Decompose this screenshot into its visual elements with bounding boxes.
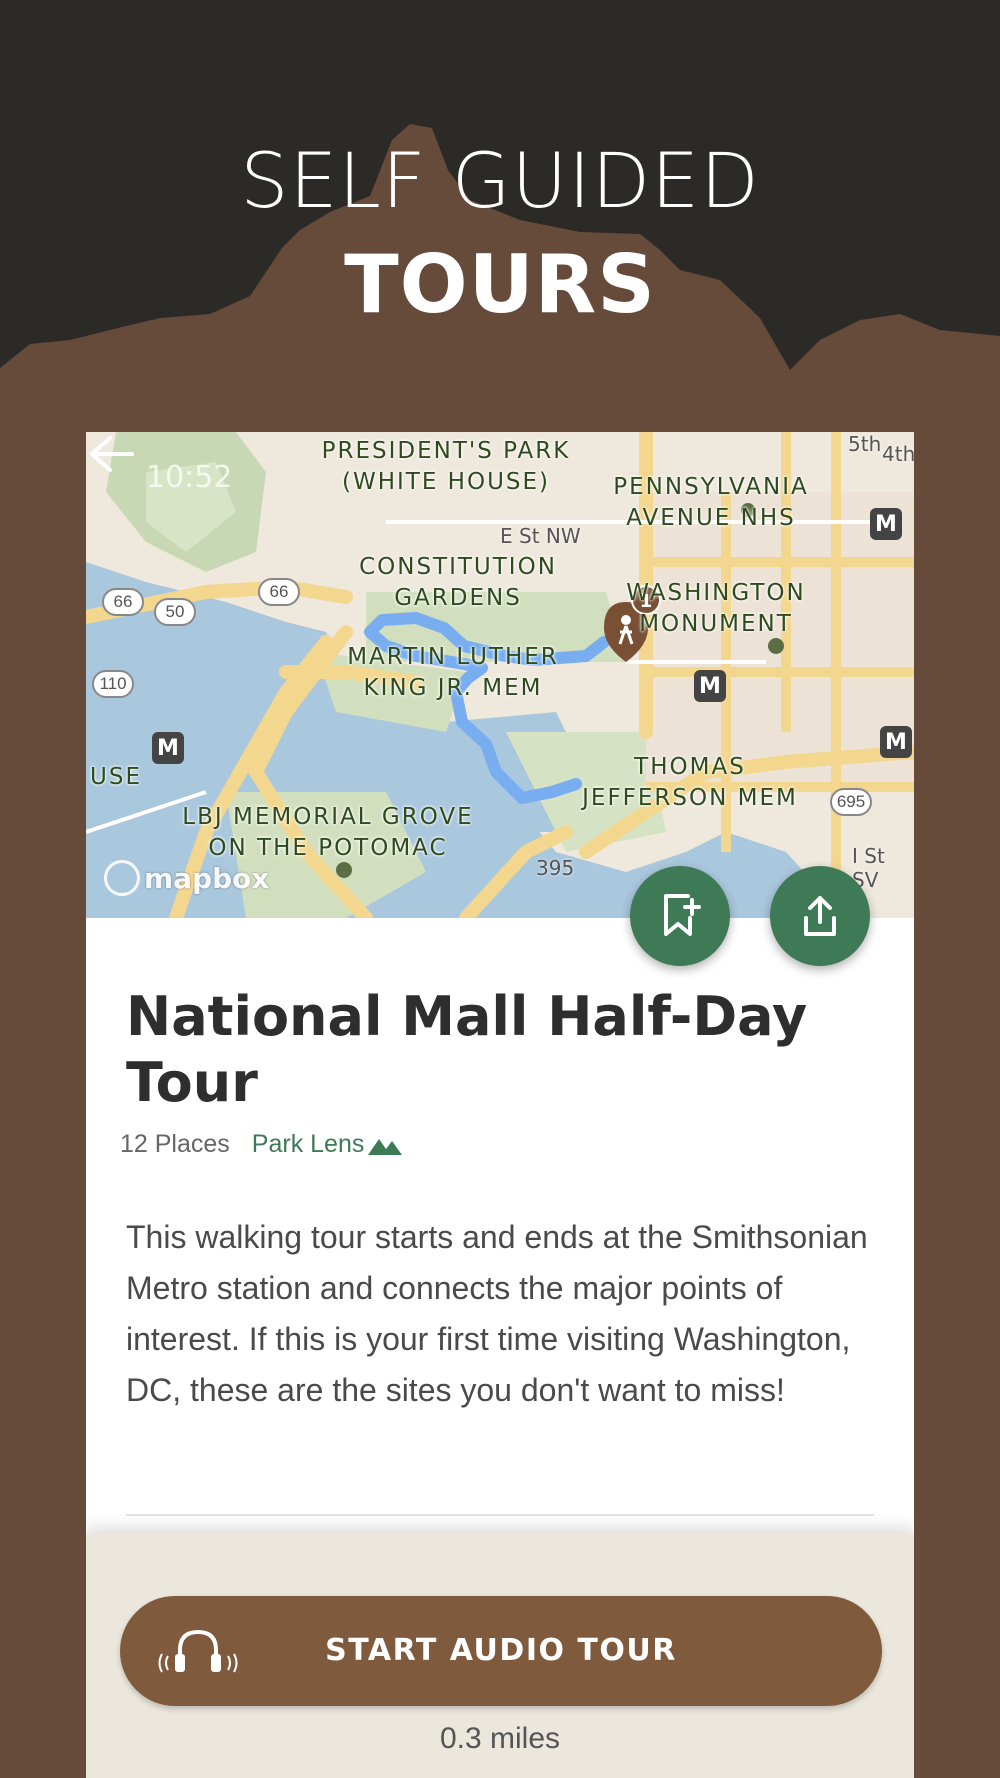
- metro-icon: M: [152, 732, 184, 764]
- label-pennsylvania: PENNSYLVANIA AVENUE NHS: [613, 474, 809, 531]
- bottom-panel: START AUDIO TOUR 0.3 miles: [86, 1534, 914, 1778]
- park-lens-link[interactable]: Park Lens: [252, 1130, 403, 1159]
- street-e-st: E St NW: [500, 524, 581, 548]
- label-presidents-park: PRESIDENT'S PARK (WHITE HOUSE): [321, 438, 571, 495]
- bookmark-add-icon: [664, 894, 701, 936]
- divider: [126, 1514, 874, 1516]
- label-use: USE: [90, 764, 142, 790]
- street-4th: 4th: [882, 442, 914, 466]
- hero-title-line1: SELF GUIDED: [240, 136, 760, 225]
- start-audio-tour-label: START AUDIO TOUR: [325, 1633, 677, 1668]
- label-lbj-grove: LBJ MEMORIAL GROVE ON THE POTOMAC: [182, 804, 474, 861]
- metro-icon: M: [694, 670, 726, 702]
- route-shield: 50: [154, 598, 196, 626]
- places-count: 12 Places: [120, 1130, 230, 1158]
- hero-title-line2: TOURS: [344, 238, 656, 331]
- route-shield: 695: [830, 788, 872, 816]
- metro-icon: M: [880, 726, 912, 758]
- mapbox-attribution[interactable]: mapbox: [104, 860, 269, 896]
- street-i395: 395: [536, 856, 575, 880]
- bookmark-button[interactable]: [630, 866, 730, 966]
- status-time: 10:52: [146, 460, 233, 495]
- share-icon: [804, 896, 836, 936]
- street-i-st: I St SV: [852, 844, 885, 892]
- phone-screen: 1 10:52 PRESIDENT'S PARK (WHITE HOUSE) P…: [86, 432, 914, 1778]
- tour-distance: 0.3 miles: [439, 1722, 561, 1755]
- mountains-icon: [368, 1138, 403, 1155]
- metro-icon: M: [870, 508, 902, 540]
- route-shield: 110: [92, 670, 134, 698]
- tour-title: National Mall Half-Day Tour: [126, 985, 808, 1114]
- mapbox-text: mapbox: [144, 861, 270, 895]
- mapbox-logo-icon: [104, 860, 140, 896]
- start-audio-tour-button[interactable]: START AUDIO TOUR: [120, 1596, 882, 1706]
- label-mlk-memorial: MARTIN LUTHER KING JR. MEM: [347, 644, 559, 701]
- route-shield: 66: [258, 578, 300, 606]
- share-button[interactable]: [770, 866, 870, 966]
- back-arrow-icon[interactable]: [86, 432, 136, 476]
- route-shield: 66: [102, 588, 144, 616]
- label-jefferson-memorial: THOMAS JEFFERSON MEM: [582, 754, 798, 811]
- label-washington-monument: WASHINGTON MONUMENT: [626, 580, 806, 637]
- street-5th: 5th: [848, 432, 882, 456]
- park-lens-label: Park Lens: [251, 1130, 365, 1158]
- tour-map[interactable]: 1 10:52 PRESIDENT'S PARK (WHITE HOUSE) P…: [86, 432, 914, 918]
- label-constitution-gardens: CONSTITUTION GARDENS: [359, 554, 557, 611]
- tour-meta: 12 Places Park Lens: [120, 1130, 403, 1159]
- tour-description: This walking tour starts and ends at the…: [126, 1219, 868, 1408]
